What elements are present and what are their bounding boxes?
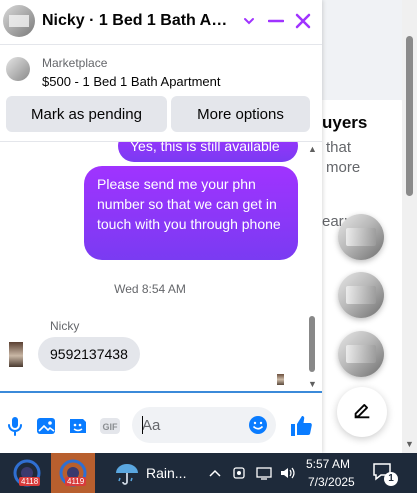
listing-thumbnail (6, 57, 30, 81)
thumbs-up-icon[interactable] (288, 413, 314, 439)
background-heading: uyers (322, 113, 368, 132)
listing-category: Marketplace (42, 56, 108, 70)
mark-as-pending-button[interactable]: Mark as pending (6, 96, 167, 132)
chat-title[interactable]: Nicky · 1 Bed 1 Bath Apartment (42, 12, 232, 30)
sender-avatar (9, 342, 23, 367)
chat-header: Nicky · 1 Bed 1 Bath Apartment (0, 0, 322, 45)
sent-message: Please send me your phn number so that w… (84, 166, 298, 260)
new-message-button[interactable] (337, 387, 387, 437)
umbrella-icon (114, 461, 140, 492)
chat-head[interactable] (338, 272, 384, 318)
camera-privacy-icon[interactable] (230, 453, 248, 493)
scroll-down-icon[interactable]: ▼ (308, 379, 317, 389)
taskbar-app[interactable]: 4118 (5, 453, 49, 493)
background-text: that (326, 139, 352, 156)
avatar[interactable] (3, 5, 35, 37)
weather-label: Rain... (146, 465, 187, 481)
message-scrollbar[interactable]: ▲ ▼ (306, 142, 318, 390)
scroll-down-icon[interactable]: ▼ (405, 439, 414, 449)
message-text: Please send me your phn number so that w… (97, 176, 281, 232)
microphone-icon[interactable] (4, 415, 26, 437)
message-text: Yes, this is still available (130, 141, 280, 154)
text-cursor (142, 416, 143, 434)
network-icon[interactable] (254, 453, 274, 493)
clock-date[interactable]: 7/3/2025 (308, 475, 355, 489)
more-options-button[interactable]: More options (171, 96, 310, 132)
scroll-up-icon[interactable]: ▲ (308, 144, 317, 154)
close-icon[interactable] (292, 10, 314, 32)
app-badge: 4118 (19, 477, 41, 486)
notification-center-button[interactable]: 1 (372, 461, 398, 487)
chat-head[interactable] (338, 214, 384, 260)
message-list: Yes, this is still available Please send… (0, 141, 322, 390)
clock-time[interactable]: 5:57 AM (306, 457, 350, 471)
message-input-wrapper (132, 407, 276, 443)
background-text: more (326, 159, 361, 176)
scrollbar-thumb[interactable] (309, 316, 315, 372)
message-timestamp: Wed 8:54 AM (114, 282, 186, 296)
minimize-icon[interactable] (265, 10, 287, 32)
scrollbar-thumb[interactable] (406, 36, 413, 196)
sent-message: Yes, this is still available (118, 141, 298, 162)
app-badge: 4119 (65, 477, 87, 486)
received-message: 9592137438 (38, 337, 140, 371)
taskbar: 4118 4119 Rain... 5:57 AM 7/3/2025 1 (0, 453, 417, 493)
taskbar-app[interactable]: 4119 (51, 453, 95, 493)
sticker-icon[interactable] (67, 415, 89, 437)
read-receipt-avatar (277, 374, 284, 385)
chevron-down-icon[interactable] (238, 10, 260, 32)
weather-widget[interactable]: Rain... (112, 461, 192, 487)
gif-icon[interactable]: GIF (99, 415, 121, 437)
window-scrollbar[interactable]: ▼ (402, 0, 417, 453)
volume-icon[interactable] (278, 453, 298, 493)
listing-title: $500 - 1 Bed 1 Bath Apartment (42, 74, 221, 89)
image-icon[interactable] (35, 415, 57, 437)
marketplace-listing[interactable]: Marketplace $500 - 1 Bed 1 Bath Apartmen… (0, 46, 322, 94)
message-composer: GIF (0, 391, 322, 453)
chat-head[interactable] (338, 331, 384, 377)
compose-icon (351, 399, 373, 426)
chevron-up-icon[interactable] (206, 453, 224, 493)
svg-text:GIF: GIF (103, 422, 119, 432)
chat-window: Nicky · 1 Bed 1 Bath Apartment Marketpla… (0, 0, 322, 453)
message-input[interactable] (142, 407, 242, 443)
sender-name: Nicky (50, 319, 80, 333)
emoji-icon[interactable] (248, 415, 268, 440)
notification-count: 1 (384, 472, 398, 486)
